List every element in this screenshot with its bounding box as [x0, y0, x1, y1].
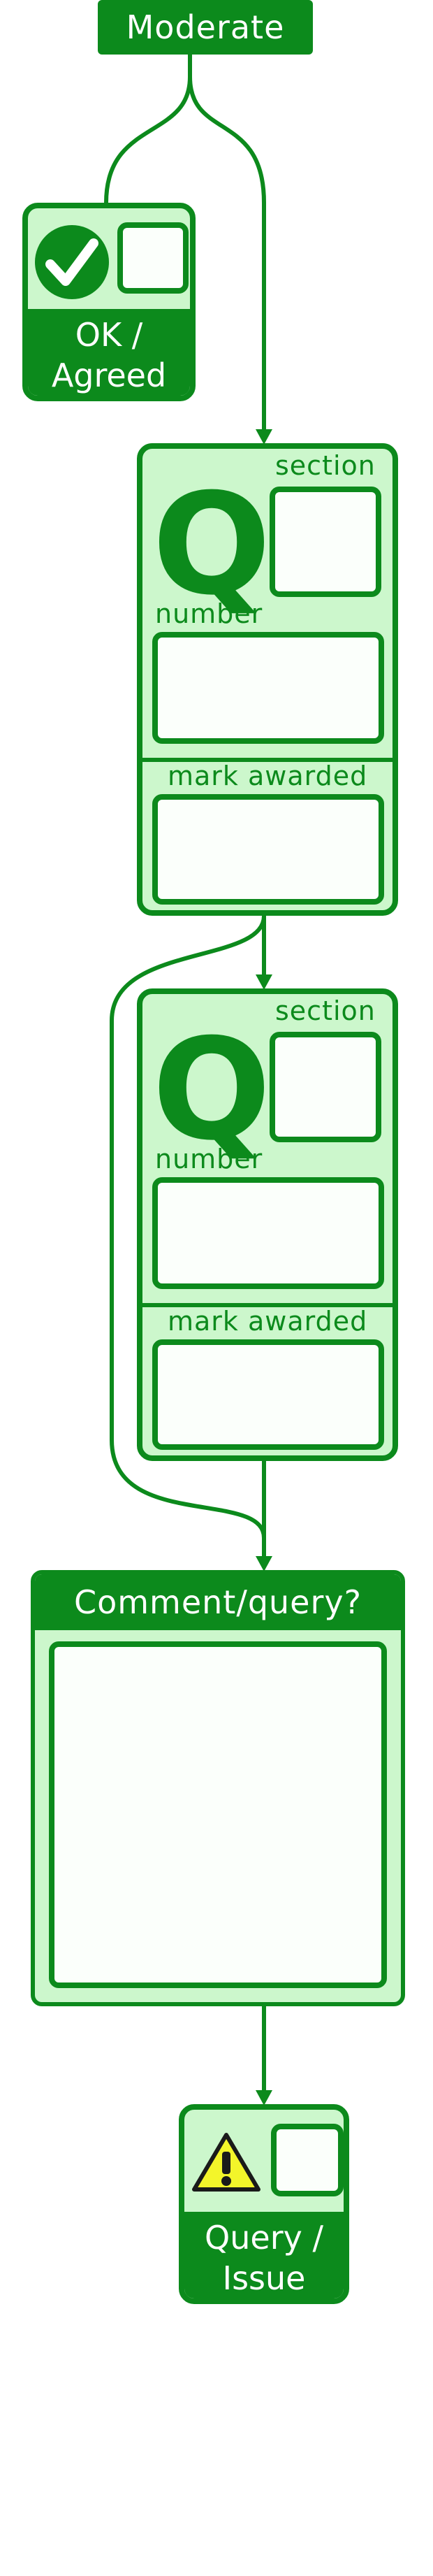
arrowhead-q2 [256, 974, 272, 990]
question-card-2: section Q number mark awarded [137, 988, 398, 1461]
ok-label-line1: OK / [75, 316, 143, 354]
number-label-2: number [155, 1144, 263, 1174]
mark-awarded-input-2[interactable] [152, 1339, 384, 1450]
number-label-1: number [155, 598, 263, 629]
comment-card: Comment/query? [31, 1570, 405, 2006]
connector-moderate-to-q1 [188, 52, 266, 436]
question-q-icon-1: Q [152, 463, 272, 626]
arrowhead-query [256, 2090, 272, 2106]
question-q-icon-2: Q [152, 1009, 272, 1172]
comment-title: Comment/query? [73, 1583, 362, 1621]
number-input-2[interactable] [152, 1177, 384, 1289]
arrowhead-comment [256, 1556, 272, 1571]
checkmark-icon [35, 225, 109, 299]
number-input-1[interactable] [152, 632, 384, 744]
section-input-1[interactable] [270, 487, 381, 597]
ok-agreed-card: OK / Agreed [22, 203, 196, 401]
query-checkbox[interactable] [271, 2124, 344, 2196]
query-label-band: Query / Issue [184, 2212, 344, 2298]
query-label-line1: Query / [205, 2219, 323, 2257]
ok-checkbox[interactable] [117, 222, 189, 294]
section-label-2: section [275, 995, 376, 1026]
section-label-1: section [275, 450, 376, 481]
comment-header: Comment/query? [35, 1574, 401, 1630]
mark-awarded-label-2: mark awarded [168, 1306, 368, 1337]
query-issue-card: Query / Issue [179, 2104, 349, 2304]
ok-label-line2: Agreed [51, 357, 167, 394]
section-input-2[interactable] [270, 1032, 381, 1142]
moderate-header: Moderate [98, 0, 313, 55]
comment-textarea[interactable] [49, 1641, 387, 1988]
moderate-title: Moderate [126, 8, 285, 46]
warning-icon [191, 2131, 261, 2194]
mark-awarded-label-1: mark awarded [168, 761, 368, 791]
connector-moderate-to-ok [104, 52, 192, 205]
question-card-1: section Q number mark awarded [137, 443, 398, 916]
mark-awarded-input-1[interactable] [152, 794, 384, 905]
ok-label-band: OK / Agreed [28, 309, 190, 396]
query-label-line2: Issue [222, 2259, 306, 2297]
arrowhead-q1 [256, 429, 272, 445]
